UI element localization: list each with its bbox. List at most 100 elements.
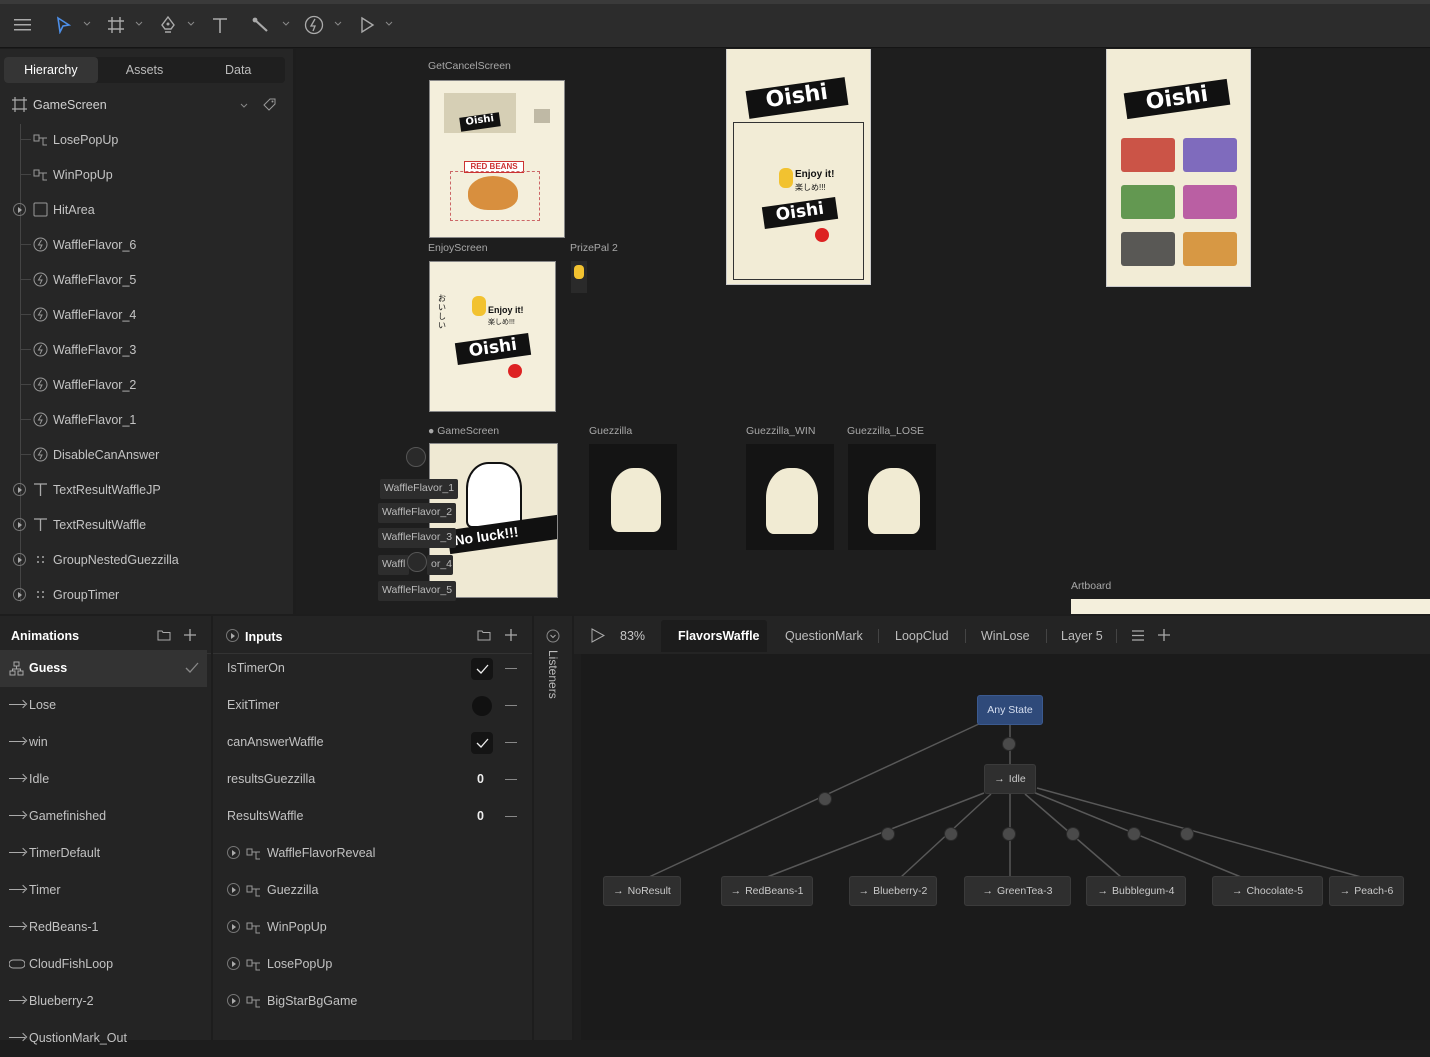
artboard-label-guezzilla-lose[interactable]: Guezzilla_LOSE bbox=[847, 425, 924, 437]
input-row[interactable]: ResultsWaffle 0 bbox=[213, 798, 532, 835]
artboard-label-getcancel[interactable]: GetCancelScreen bbox=[428, 60, 511, 72]
input-row[interactable]: resultsGuezzilla 0 bbox=[213, 761, 532, 798]
hierarchy-item-winpopup[interactable]: WinPopUp bbox=[0, 157, 293, 192]
input-row[interactable]: ExitTimer bbox=[213, 687, 532, 724]
artboard-poster-2[interactable]: Oishi bbox=[1106, 49, 1251, 287]
hierarchy-item-waffleflavor_1[interactable]: WaffleFlavor_1 bbox=[0, 402, 293, 437]
artboard-artboard[interactable] bbox=[1071, 599, 1430, 614]
state-node-chocolate-5[interactable]: → Chocolate-5 bbox=[1212, 876, 1323, 906]
event-icon[interactable] bbox=[406, 447, 426, 467]
animation-item[interactable]: Blueberry-2 bbox=[0, 983, 211, 1020]
tab-data[interactable]: Data bbox=[191, 57, 285, 83]
play-icon[interactable] bbox=[356, 14, 378, 36]
listeners-panel[interactable]: Listeners bbox=[534, 616, 572, 1040]
transition-condition-icon[interactable] bbox=[1002, 827, 1016, 841]
input-row[interactable]: canAnswerWaffle bbox=[213, 724, 532, 761]
hierarchy-item-waffleflavor_5[interactable]: WaffleFlavor_5 bbox=[0, 262, 293, 297]
idle-state-node[interactable]: → Idle bbox=[984, 764, 1036, 794]
overlay-waffleflavor-3[interactable]: WaffleFlavor_3 bbox=[378, 528, 457, 548]
state-node-redbeans-1[interactable]: → RedBeans-1 bbox=[721, 876, 813, 906]
artboard-enjoy[interactable]: おいしい Enjoy it! 楽しめ!!! Oishi bbox=[429, 261, 556, 412]
chevron-down-icon[interactable] bbox=[546, 629, 560, 643]
hierarchy-item-textresultwaffle[interactable]: TextResultWaffle bbox=[0, 507, 293, 542]
artboard-getcancel[interactable]: Oishi RED BEANS bbox=[429, 80, 565, 238]
hierarchy-item-groupnestedguezzilla[interactable]: GroupNestedGuezzilla bbox=[0, 542, 293, 577]
state-node-greentea-3[interactable]: → GreenTea-3 bbox=[964, 876, 1071, 906]
graph-area[interactable]: Any State → Idle → NoResult → RedBeans-1 → Blu… bbox=[581, 654, 1430, 1040]
remove-icon[interactable] bbox=[505, 779, 517, 780]
check-icon[interactable] bbox=[185, 662, 199, 674]
remove-icon[interactable] bbox=[505, 816, 517, 817]
frame-icon[interactable] bbox=[105, 14, 127, 36]
number-value[interactable]: 0 bbox=[477, 809, 484, 823]
expand-icon[interactable] bbox=[13, 518, 26, 531]
transition-condition-icon[interactable] bbox=[1127, 827, 1141, 841]
hierarchy-item-grouptimer[interactable]: GroupTimer bbox=[0, 577, 293, 612]
animation-item[interactable]: Idle bbox=[0, 761, 211, 798]
add-icon[interactable] bbox=[1157, 628, 1171, 642]
hierarchy-item-textresultwafflejp[interactable]: TextResultWaffleJP bbox=[0, 472, 293, 507]
remove-icon[interactable] bbox=[505, 705, 517, 706]
chevron-down-icon[interactable] bbox=[334, 20, 342, 28]
artboard-label-artboard[interactable]: Artboard bbox=[1071, 580, 1111, 592]
chevron-down-icon[interactable] bbox=[187, 20, 195, 28]
overlay-waffleflavor-1[interactable]: WaffleFlavor_1 bbox=[380, 479, 459, 499]
hierarchy-item-hitarea[interactable]: HitArea bbox=[0, 192, 293, 227]
folder-icon[interactable] bbox=[157, 629, 171, 641]
transition-condition-icon[interactable] bbox=[1002, 737, 1016, 751]
overlay-waffleflavor-2[interactable]: WaffleFlavor_2 bbox=[378, 503, 457, 523]
number-value[interactable]: 0 bbox=[477, 772, 484, 786]
state-node-peach-6[interactable]: → Peach-6 bbox=[1329, 876, 1404, 906]
expand-icon[interactable] bbox=[227, 883, 240, 896]
hierarchy-item-waffleflavor_2[interactable]: WaffleFlavor_2 bbox=[0, 367, 293, 402]
overlay-waffleflavor-partial[interactable]: Waffl bbox=[378, 555, 410, 575]
expand-icon[interactable] bbox=[227, 846, 240, 859]
hierarchy-root-row[interactable]: GameScreen bbox=[0, 87, 293, 122]
chevron-down-icon[interactable] bbox=[135, 20, 143, 28]
expand-icon[interactable] bbox=[13, 588, 26, 601]
overlay-waffleflavor-4[interactable]: or_4 bbox=[427, 555, 453, 575]
input-row[interactable]: IsTimerOn bbox=[213, 650, 532, 687]
hierarchy-item-disablecananswer[interactable]: DisableCanAnswer bbox=[0, 437, 293, 472]
artboard-label-guezzilla[interactable]: Guezzilla bbox=[589, 425, 632, 437]
expand-icon[interactable] bbox=[13, 553, 26, 566]
play-icon[interactable] bbox=[591, 628, 605, 643]
folder-icon[interactable] bbox=[477, 629, 491, 641]
event-icon[interactable] bbox=[407, 552, 427, 572]
animation-item[interactable]: Timer bbox=[0, 872, 211, 909]
artboard-guezzilla-lose[interactable] bbox=[848, 444, 936, 550]
artboard-poster-1[interactable]: Oishi Enjoy it! 楽しめ!!! Oishi bbox=[726, 49, 871, 285]
nested-artboard-row[interactable]: Guezzilla bbox=[213, 872, 532, 909]
animation-item[interactable]: Lose bbox=[0, 687, 211, 724]
animation-item[interactable]: QustionMark_Out bbox=[0, 1020, 211, 1057]
list-icon[interactable] bbox=[1131, 629, 1145, 642]
bool-checkbox[interactable] bbox=[471, 732, 493, 754]
tab-questionmark[interactable]: QuestionMark bbox=[785, 629, 863, 643]
bone-icon[interactable] bbox=[250, 14, 272, 36]
hierarchy-item-waffleflavor_6[interactable]: WaffleFlavor_6 bbox=[0, 227, 293, 262]
animation-item[interactable]: Gamefinished bbox=[0, 798, 211, 835]
event-icon[interactable] bbox=[303, 14, 325, 36]
artboard-label-prizepal[interactable]: PrizePal 2 bbox=[570, 242, 618, 254]
state-node-bubblegum-4[interactable]: → Bubblegum-4 bbox=[1086, 876, 1186, 906]
nested-artboard-row[interactable]: LosePopUp bbox=[213, 946, 532, 983]
overlay-waffleflavor-5[interactable]: WaffleFlavor_5 bbox=[378, 581, 457, 601]
hierarchy-item-waffleflavor_3[interactable]: WaffleFlavor_3 bbox=[0, 332, 293, 367]
artboard-guezzilla-win[interactable] bbox=[746, 444, 834, 550]
trigger-button[interactable] bbox=[472, 696, 492, 716]
hierarchy-item-waffleflavor_4[interactable]: WaffleFlavor_4 bbox=[0, 297, 293, 332]
tag-icon[interactable] bbox=[262, 97, 277, 112]
artboard-label-enjoy[interactable]: EnjoyScreen bbox=[428, 242, 488, 254]
expand-icon[interactable] bbox=[227, 994, 240, 1007]
nested-artboard-row[interactable]: WaffleFlavorReveal bbox=[213, 835, 532, 872]
expand-icon[interactable] bbox=[13, 483, 26, 496]
hierarchy-item-losepopup[interactable]: LosePopUp bbox=[0, 122, 293, 157]
animation-item[interactable]: TimerDefault bbox=[0, 835, 211, 872]
transition-condition-icon[interactable] bbox=[818, 792, 832, 806]
tab-winlose[interactable]: WinLose bbox=[981, 629, 1030, 643]
chevron-down-icon[interactable] bbox=[282, 20, 290, 28]
pen-icon[interactable] bbox=[157, 14, 179, 36]
chevron-down-icon[interactable] bbox=[385, 20, 393, 28]
remove-icon[interactable] bbox=[505, 668, 517, 669]
expand-icon[interactable] bbox=[226, 629, 239, 642]
